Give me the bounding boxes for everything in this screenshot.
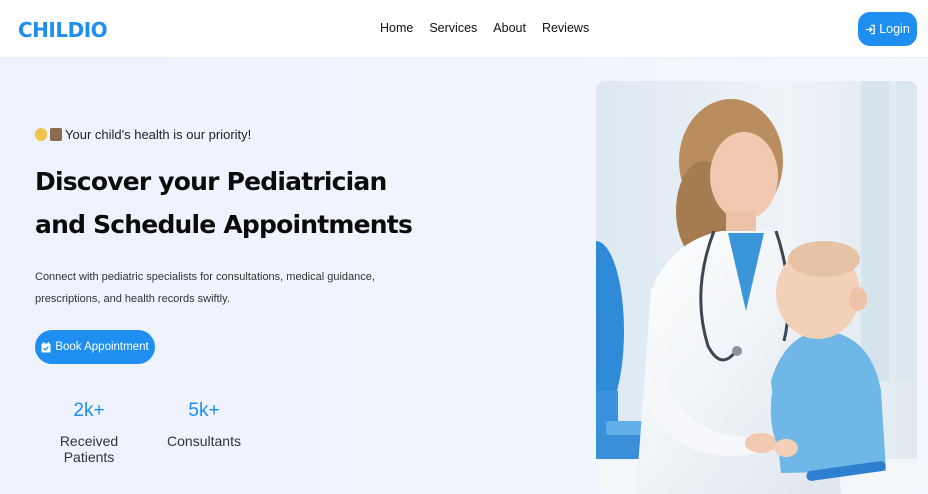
book-appointment-button[interactable]: Book Appointment [35,330,155,364]
calendar-check-icon [41,341,51,352]
book-appointment-label: Book Appointment [55,341,149,353]
stat-consultants-label: Consultants [167,433,241,449]
hero-tagline: Your child's health is our priority! [35,127,251,142]
headline-line-1: Discover your Pediatrician [35,167,387,196]
stat-patients: 2k+ Received Patients [35,398,143,465]
headline-line-2: and Schedule Appointments [35,210,413,239]
stat-patients-label: Received Patients [59,433,119,465]
navbar: CHILDIO Home Services About Reviews Logi… [0,0,928,58]
login-label: Login [879,22,910,36]
login-button[interactable]: Login [858,12,917,46]
stat-patients-value: 2k+ [73,400,105,421]
hero-description: Connect with pediatric specialists for c… [35,271,375,305]
tagline-text: Your child's health is our priority! [65,127,252,142]
login-arrow-icon [866,24,876,34]
stat-consultants-value: 5k+ [188,400,220,421]
nav-link-services[interactable]: Services [429,21,477,35]
doctor-with-baby-image [596,81,917,494]
nav-link-home[interactable]: Home [380,21,413,35]
hero-headline: Discover your Pediatrician and Schedule … [35,160,413,246]
nav-link-about[interactable]: About [493,21,526,35]
hospital-icon [50,128,62,141]
nav-links: Home Services About Reviews [380,21,589,35]
baby-face-icon [35,128,47,141]
stat-consultants: 5k+ Consultants [166,398,242,449]
nav-link-reviews[interactable]: Reviews [542,21,589,35]
logo[interactable]: CHILDIO [18,18,108,42]
